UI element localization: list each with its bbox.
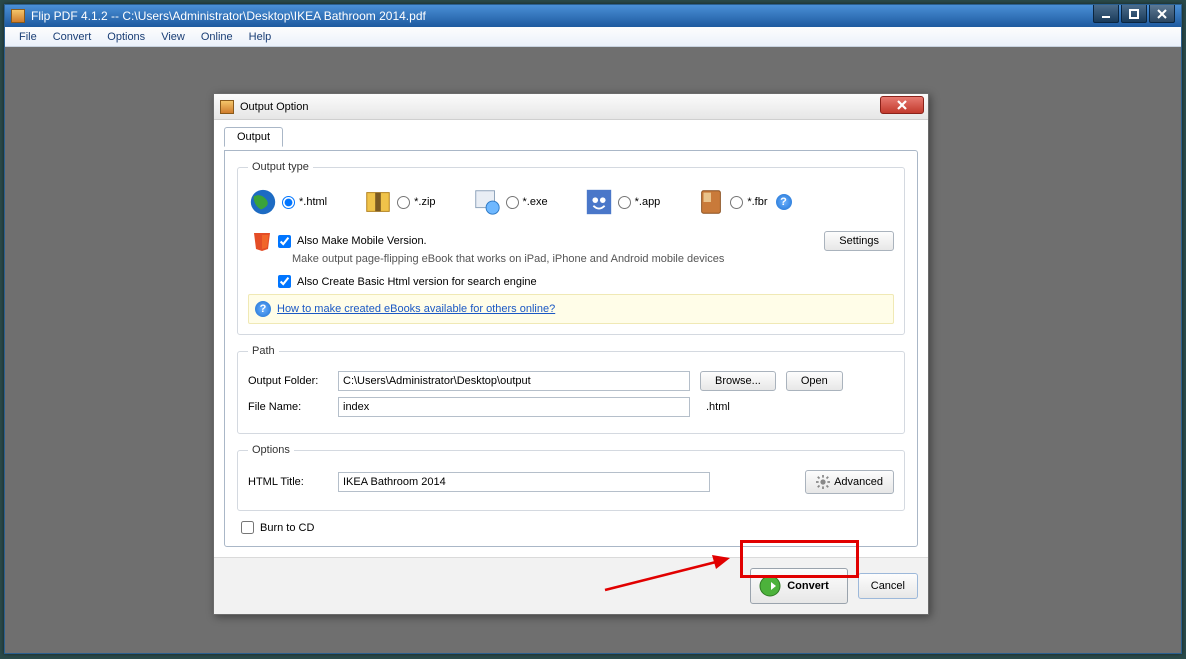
menu-help[interactable]: Help [241,29,280,45]
label-basic-html: Also Create Basic Html version for searc… [297,276,537,288]
dialog-close-button[interactable] [880,96,924,114]
menubar: File Convert Options View Online Help [5,27,1181,47]
dialog-title: Output Option [240,101,309,113]
zip-icon [363,187,393,217]
howto-link[interactable]: How to make created eBooks available for… [277,303,555,315]
path-group: Path Output Folder: Browse... Open File … [237,345,905,434]
output-folder-label: Output Folder: [248,375,328,387]
label-html: *.html [299,196,327,208]
arrow-right-icon [759,575,781,597]
dialog-icon [220,100,234,114]
radio-html[interactable] [282,196,295,209]
minimize-button[interactable] [1093,5,1119,23]
tabstrip: Output [224,126,918,146]
browse-button[interactable]: Browse... [700,371,776,391]
radio-exe[interactable] [506,196,519,209]
filename-ext: .html [706,401,730,413]
label-fbr: *.fbr [747,196,767,208]
exe-icon [472,187,502,217]
info-row: ? How to make created eBooks available f… [248,294,894,324]
html5-icon [252,231,272,251]
globe-icon [248,187,278,217]
maximize-button[interactable] [1121,5,1147,23]
output-type-group: Output type *.html *.zip [237,161,905,335]
output-type-legend: Output type [248,161,313,173]
label-burn: Burn to CD [260,522,314,534]
menu-options[interactable]: Options [99,29,153,45]
app-icon-mac [584,187,614,217]
gear-icon [816,475,830,489]
radio-app[interactable] [618,196,631,209]
menu-online[interactable]: Online [193,29,241,45]
open-button[interactable]: Open [786,371,843,391]
fbr-icon [696,187,726,217]
settings-button[interactable]: Settings [824,231,894,251]
filename-input[interactable] [338,397,690,417]
label-zip: *.zip [414,196,435,208]
app-icon [11,9,25,23]
convert-label: Convert [787,580,829,592]
label-app: *.app [635,196,661,208]
options-group: Options HTML Title: Advanced [237,444,905,511]
titlebar[interactable]: Flip PDF 4.1.2 -- C:\Users\Administrator… [5,5,1181,27]
help-icon[interactable]: ? [776,194,792,210]
window-title: Flip PDF 4.1.2 -- C:\Users\Administrator… [31,9,1175,23]
options-legend: Options [248,444,294,456]
checkbox-burn[interactable] [241,521,254,534]
menu-view[interactable]: View [153,29,193,45]
convert-button[interactable]: Convert [750,568,848,604]
dialog-footer: Convert Cancel [214,557,928,614]
tab-output-pane: Output type *.html *.zip [224,150,918,547]
output-folder-input[interactable] [338,371,690,391]
dialog-titlebar[interactable]: Output Option [214,94,928,120]
label-exe: *.exe [523,196,548,208]
info-icon: ? [255,301,271,317]
filename-label: File Name: [248,401,328,413]
menu-convert[interactable]: Convert [45,29,100,45]
radio-zip[interactable] [397,196,410,209]
output-option-dialog: Output Option Output Output type *.html [213,93,929,615]
path-legend: Path [248,345,279,357]
tab-output[interactable]: Output [224,127,283,147]
advanced-button[interactable]: Advanced [805,470,894,494]
mobile-subtext: Make output page-flipping eBook that wor… [292,253,894,271]
close-button[interactable] [1149,5,1175,23]
html-title-label: HTML Title: [248,476,328,488]
cancel-button[interactable]: Cancel [858,573,918,599]
label-mobile: Also Make Mobile Version. [297,235,427,247]
menu-file[interactable]: File [11,29,45,45]
html-title-input[interactable] [338,472,710,492]
checkbox-basic-html[interactable] [278,275,291,288]
radio-fbr[interactable] [730,196,743,209]
checkbox-mobile[interactable] [278,235,291,248]
advanced-label: Advanced [834,476,883,488]
